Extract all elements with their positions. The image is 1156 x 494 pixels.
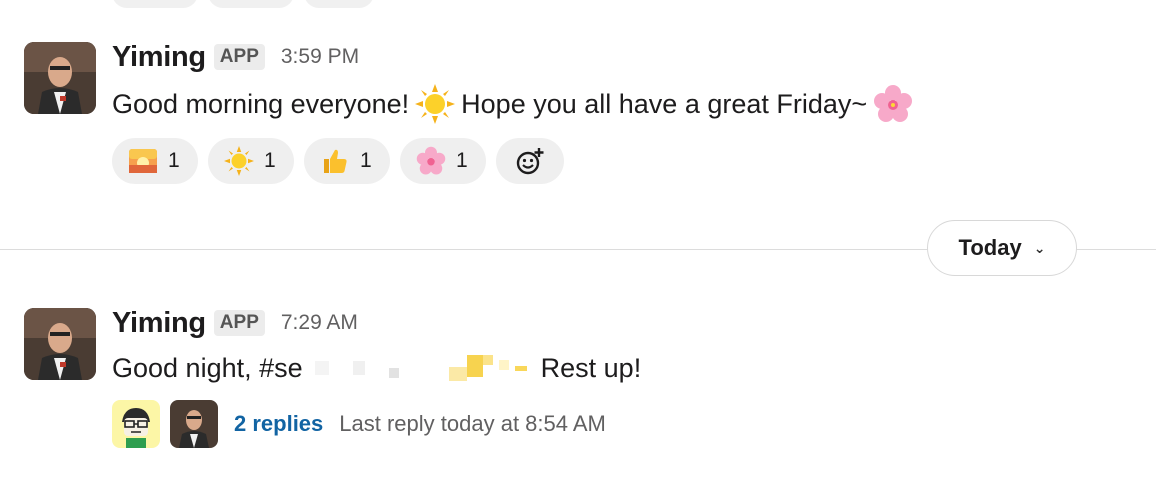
reaction-count: 1	[360, 149, 372, 172]
last-reply-text: Last reply today at 8:54 AM	[339, 411, 606, 436]
cherry-blossom-icon	[874, 85, 913, 122]
thread-summary[interactable]: 2 replies Last reply today at 8:54 AM	[112, 400, 1124, 448]
cartoon-avatar-icon	[112, 400, 160, 448]
app-badge: APP	[213, 310, 265, 336]
message-text-part: Hope you all have a great Friday~	[461, 89, 868, 119]
add-reaction-button[interactable]	[496, 138, 564, 184]
add-emoji-icon	[516, 148, 544, 175]
message-text-part: Good morning everyone!	[112, 89, 410, 119]
sunrise-icon	[129, 149, 157, 173]
reaction-pill[interactable]	[304, 0, 374, 8]
sender-name[interactable]: Yiming	[112, 41, 206, 74]
reaction-count: 1	[168, 149, 180, 172]
sender-name[interactable]: Yiming	[112, 307, 206, 340]
avatar	[170, 400, 218, 448]
chevron-down-icon: ⌄	[1033, 239, 1046, 256]
previous-message-reactions	[112, 0, 374, 8]
reaction-thumbs-up[interactable]: 1	[304, 138, 390, 184]
message-text: Good night, #se Rest up!	[112, 350, 1124, 386]
app-badge: APP	[213, 44, 265, 70]
reaction-count: 1	[264, 149, 276, 172]
thumbs-up-icon	[324, 149, 347, 173]
reaction-cherry-blossom[interactable]: 1	[400, 138, 486, 184]
reaction-sun[interactable]: 1	[208, 138, 294, 184]
avatar-photo	[24, 308, 96, 380]
avatar[interactable]	[24, 42, 96, 114]
date-divider-button[interactable]: Today ⌄	[927, 220, 1077, 276]
avatar-photo	[170, 400, 218, 448]
timestamp[interactable]: 3:59 PM	[281, 45, 359, 69]
redacted-content	[307, 355, 527, 381]
reaction-pill[interactable]	[112, 0, 198, 8]
replies-link[interactable]: 2 replies	[234, 411, 323, 437]
reaction-count: 1	[456, 149, 468, 172]
avatar-photo	[24, 42, 96, 114]
sun-icon	[224, 146, 254, 176]
reactions-bar: 1 1 1 1	[112, 138, 1124, 184]
message-text: Good morning everyone! Hope you all have…	[112, 84, 1124, 124]
reaction-pill[interactable]	[208, 0, 294, 8]
message-text-part: Rest up!	[540, 353, 642, 383]
timestamp[interactable]: 7:29 AM	[281, 311, 358, 335]
avatar[interactable]	[24, 308, 96, 380]
avatar	[112, 400, 160, 448]
cherry-blossom-icon	[416, 146, 446, 175]
channel-link[interactable]: Good night, #se	[112, 350, 303, 386]
date-label: Today	[958, 235, 1022, 260]
reaction-sunrise[interactable]: 1	[112, 138, 198, 184]
sun-icon	[415, 84, 456, 124]
